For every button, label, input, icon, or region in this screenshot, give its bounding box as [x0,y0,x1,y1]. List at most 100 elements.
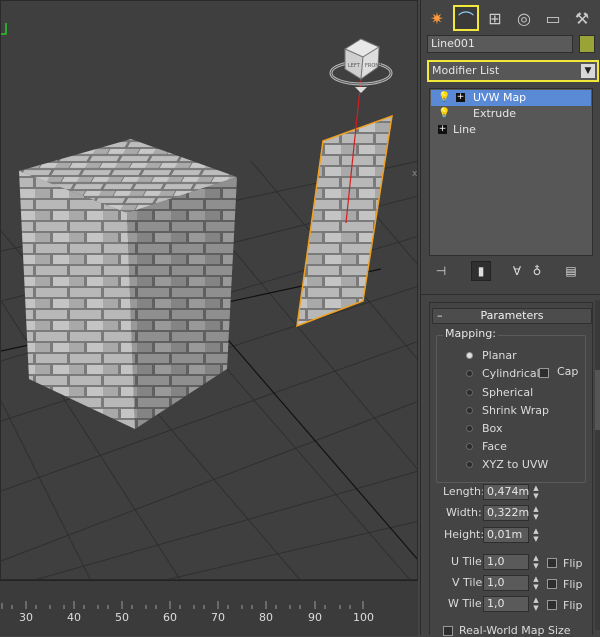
radio-dot [466,407,473,414]
stack-item-label: UVW Map [473,91,527,104]
object-name-field[interactable]: Line001 [427,35,573,53]
height-spinner-arrows[interactable]: ▲ ▼ [531,527,541,543]
w-tile-spinner[interactable]: 1,0 [483,596,529,612]
parameters-rollout-header[interactable]: – Parameters [432,308,592,324]
rollout-title: Parameters [480,309,544,322]
radio-dot [466,425,473,432]
viewcube[interactable]: LEFT FRONT [329,38,393,93]
svg-text:x: x [412,169,418,179]
create-tab[interactable]: ✷ [424,5,450,31]
stack-toolbar: ⊣ ▮ ∀ ♁ ▤ [427,261,597,283]
collapse-icon: – [437,309,443,322]
radio-face[interactable]: Face [466,439,596,455]
radio-box[interactable]: Box [466,421,596,437]
make-unique-icon: ∀ [512,264,522,278]
v-tile-spinner-arrows[interactable]: ▲ ▼ [531,575,541,591]
lightbulb-icon[interactable]: 💡 [438,90,450,106]
stack-item-uvw-map[interactable]: 💡 + UVW Map [431,90,591,106]
length-spinner[interactable]: 0,474m [483,484,529,500]
length-label: Length: [443,485,485,498]
radio-xyz-to-uvw[interactable]: XYZ to UVW [466,457,596,473]
lightbulb-icon[interactable]: 💡 [438,106,450,122]
hierarchy-icon: ⊞ [488,8,502,28]
w-tile-label: W Tile: [448,597,486,610]
panel-scrollbar[interactable] [595,300,600,630]
ruler-tick-label: 60 [163,611,177,624]
uvw-planar-gizmo-object[interactable] [296,114,393,328]
w-flip-checkbox[interactable] [547,600,557,610]
ruler-tick-label: 30 [19,611,33,624]
display-tab[interactable]: ▭ [540,5,566,31]
modifier-list-dropdown[interactable]: Modifier List ▼ [427,60,599,82]
ruler-ticks [1,601,364,609]
ruler-tick-label: 40 [67,611,81,624]
real-world-map-size-label: Real-World Map Size [459,624,571,637]
width-spinner-arrows[interactable]: ▲ ▼ [531,505,541,521]
u-flip-checkbox[interactable] [547,558,557,568]
configure-modifier-sets-button[interactable]: ▤ [561,261,581,281]
motion-circle-icon: ◎ [517,8,531,28]
radio-spherical[interactable]: Spherical [466,385,596,401]
scrollbar-thumb[interactable] [595,370,600,430]
modify-tab[interactable]: ⌒ [453,5,479,31]
cap-checkbox[interactable] [539,368,549,378]
radio-dot [466,389,473,396]
configure-sets-icon: ▤ [565,264,577,278]
svg-text:FRONT: FRONT [365,63,383,69]
svg-text:LEFT: LEFT [348,63,361,69]
v-tile-label: V Tile: [452,576,486,589]
radio-dot [466,443,473,450]
utilities-tab[interactable]: ⚒ [569,5,595,31]
stack-item-extrude[interactable]: 💡 Extrude [431,106,591,122]
spin-down-icon: ▼ [533,535,539,543]
height-spinner[interactable]: 0,01m [483,527,529,543]
modify-arc-icon: ⌒ [457,10,474,29]
command-panel: ✷ ⌒ ⊞ ◎ ▭ ⚒ Line001 Modifier List ▼ 💡 + … [420,0,600,637]
brick-box-left-face[interactable] [19,171,135,429]
show-end-result-button[interactable]: ▮ [471,261,491,281]
u-tile-label: U Tile: [451,555,486,568]
make-unique-button[interactable]: ∀ [507,261,527,281]
width-spinner[interactable]: 0,322m [483,505,529,521]
radio-shrink-wrap[interactable]: Shrink Wrap [466,403,596,419]
spin-up-icon: ▲ [533,575,539,583]
perspective-viewport[interactable]: x LEFT FRONT [0,0,418,580]
u-tile-spinner-arrows[interactable]: ▲ ▼ [531,554,541,570]
u-tile-spinner[interactable]: 1,0 [483,554,529,570]
spin-down-icon: ▼ [533,562,539,570]
object-color-swatch[interactable] [579,35,595,53]
motion-tab[interactable]: ◎ [511,5,537,31]
radio-dot [466,461,473,468]
timeline-ruler[interactable]: 30 40 50 60 70 80 90 100 [0,580,418,636]
radio-dot [466,352,473,359]
display-monitor-icon: ▭ [545,8,561,28]
v-flip-label: Flip [563,578,583,591]
expand-icon[interactable]: + [438,125,447,134]
spin-down-icon: ▼ [533,604,539,612]
ruler-tick-label: 90 [308,611,322,624]
ruler-tick-label: 50 [115,611,129,624]
stack-item-label: Line [453,123,476,136]
trash-icon: ♁ [532,264,542,278]
modifier-stack[interactable]: 💡 + UVW Map 💡 Extrude + Line [429,88,593,256]
spin-up-icon: ▲ [533,527,539,535]
v-tile-spinner[interactable]: 1,0 [483,575,529,591]
mapping-label: Mapping: [443,327,498,340]
u-flip-label: Flip [563,557,583,570]
spin-down-icon: ▼ [533,513,539,521]
stack-item-label: Extrude [473,107,517,120]
radio-planar[interactable]: Planar [466,348,596,364]
hammer-icon: ⚒ [574,8,590,28]
hierarchy-tab[interactable]: ⊞ [482,5,508,31]
pin-stack-button[interactable]: ⊣ [431,261,451,281]
pin-icon: ⊣ [435,264,447,278]
v-flip-checkbox[interactable] [547,579,557,589]
length-spinner-arrows[interactable]: ▲ ▼ [531,484,541,500]
remove-modifier-button[interactable]: ♁ [527,261,547,281]
spin-up-icon: ▲ [533,554,539,562]
width-label: Width: [446,506,482,519]
stack-item-line[interactable]: + Line [431,122,591,138]
expand-icon[interactable]: + [456,93,465,102]
w-flip-label: Flip [563,599,583,612]
w-tile-spinner-arrows[interactable]: ▲ ▼ [531,596,541,612]
